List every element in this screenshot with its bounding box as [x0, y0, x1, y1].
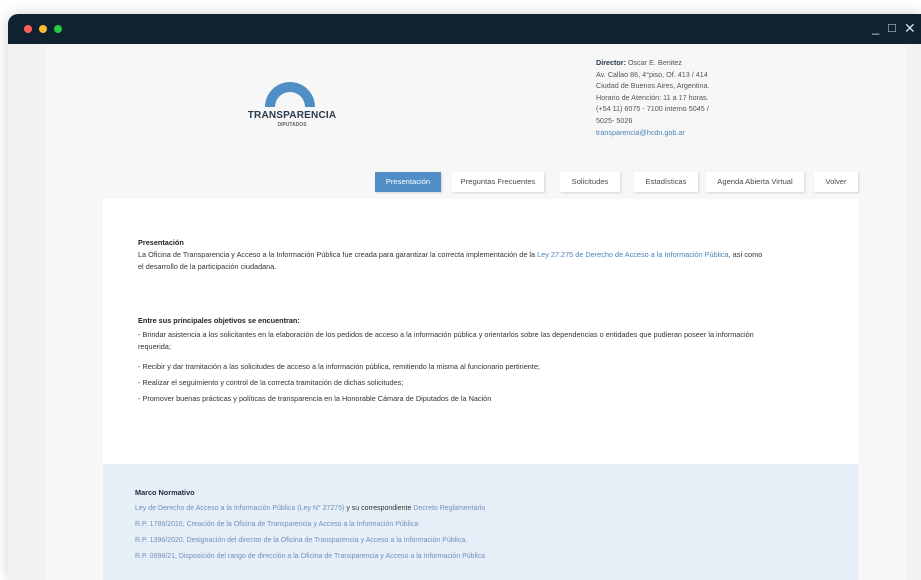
marco-connector-text: y su correspondiente: [344, 505, 414, 512]
browser-window: _ □ ✕ TRANSPARENCIA DIPUTADOS Director: …: [8, 14, 921, 580]
presentacion-heading: Presentación: [138, 238, 184, 247]
director-label: Director:: [596, 58, 626, 67]
arc-logo-icon: [265, 82, 315, 107]
contact-address-line: Av. Callao 86, 4°piso, Of. 413 / 414: [596, 69, 708, 79]
decreto-reglamentario-link[interactable]: Decreto Reglamentario: [413, 505, 485, 512]
title-bar: _ □ ✕: [8, 14, 921, 44]
nav-solicitudes[interactable]: Solicitudes: [560, 172, 620, 192]
objective-1: - Brindar asistencia a los solicitantes …: [138, 330, 754, 339]
nav-agenda-abierta-virtual[interactable]: Agenda Abierta Virtual: [706, 172, 804, 192]
objective-4: - Promover buenas prácticas y políticas …: [138, 394, 492, 403]
marco-normativo-title: Marco Normativo: [135, 488, 195, 497]
presentacion-section: Presentación La Oficina de Transparencia…: [103, 199, 858, 464]
nav-preguntas-frecuentes[interactable]: Preguntas Frecuentes: [452, 172, 544, 192]
minimize-dot-icon[interactable]: [39, 25, 47, 33]
site-logo[interactable]: TRANSPARENCIA DIPUTADOS: [242, 82, 342, 128]
nav-volver[interactable]: Volver: [814, 172, 858, 192]
presentacion-text-line2: el desarrollo de la participación ciudad…: [138, 262, 277, 272]
rp-0998-link[interactable]: R.P. 0998/21, Disposición del rango de d…: [135, 552, 485, 562]
nav-presentacion[interactable]: Presentación: [375, 172, 441, 192]
objective-item: - Brindar asistencia a los solicitantes …: [138, 329, 828, 354]
marco-normativo-section: Marco Normativo Ley de Derecho de Acceso…: [103, 464, 858, 580]
contact-city-line: Ciudad de Buenos Aires, Argentina.: [596, 81, 710, 91]
close-dot-icon[interactable]: [24, 25, 32, 33]
ley-27275-link[interactable]: Ley 27.275 de Derecho de Acceso a la Inf…: [537, 250, 728, 259]
ley-acceso-link[interactable]: Ley de Derecho de Acceso a la Informació…: [135, 505, 344, 512]
contact-email-link[interactable]: transparencia@hcdn.gob.ar: [596, 127, 776, 139]
minimize-icon[interactable]: _: [872, 21, 879, 35]
nav-estadisticas[interactable]: Estadísticas: [634, 172, 698, 192]
contact-phone-ext-line: 5025- 5026: [596, 115, 633, 125]
maximize-dot-icon[interactable]: [54, 25, 62, 33]
logo-subtitle: DIPUTADOS: [277, 122, 307, 128]
page: TRANSPARENCIA DIPUTADOS Director: Oscar …: [46, 44, 906, 580]
rp-1396-link[interactable]: R.P. 1396/2020. Designación del director…: [135, 536, 467, 546]
logo-title: TRANSPARENCIA: [247, 110, 337, 121]
objective-3: - Realizar el seguimiento y control de l…: [138, 378, 404, 387]
director-name: Oscar E. Benitez: [627, 58, 682, 67]
objective-1-cont: requerida;: [138, 342, 171, 352]
presentacion-text: La Oficina de Transparencia y Acceso a l…: [138, 250, 538, 259]
contact-hours-line: Horario de Atención: 11 a 17 horas.: [596, 92, 709, 102]
presentacion-text-end: , así como: [728, 250, 763, 259]
objective-2: - Recibir y dar tramitación a las solici…: [138, 362, 540, 371]
contact-info: Director: Oscar E. Benitez Av. Callao 86…: [596, 57, 776, 138]
contact-phone-line: (+54 11) 6075 - 7100 interno 5045 /: [596, 104, 709, 114]
objectives-heading: Entre sus principales objetivos se encue…: [138, 316, 300, 325]
marco-line-ley: Ley de Derecho de Acceso a la Informació…: [135, 504, 485, 514]
rp-1786-link[interactable]: R.P. 1786/2016, Creación de la Oficina d…: [135, 520, 418, 530]
presentacion-paragraph: La Oficina de Transparencia y Acceso a l…: [138, 249, 828, 274]
maximize-icon[interactable]: □: [888, 21, 896, 35]
close-icon[interactable]: ✕: [904, 21, 916, 35]
